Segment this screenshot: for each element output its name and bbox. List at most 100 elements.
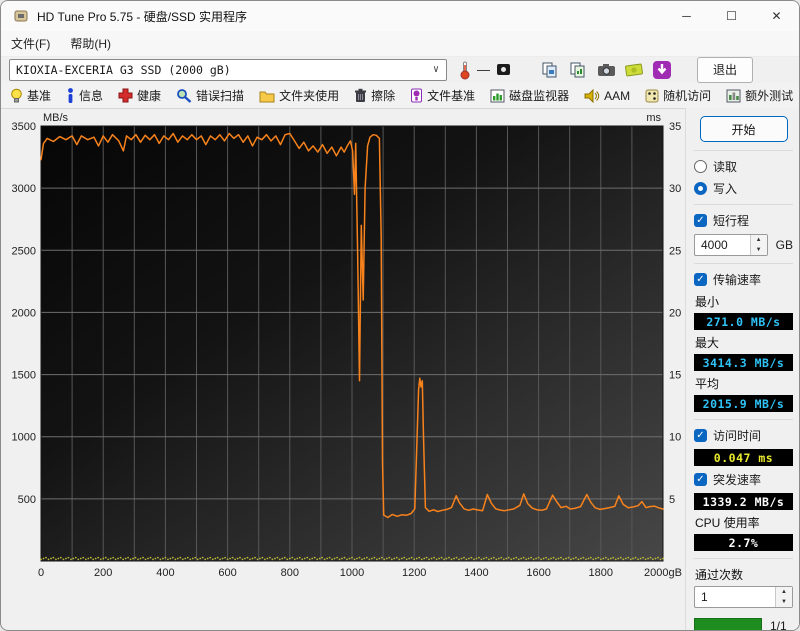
tab-label: 文件夹使用 — [279, 89, 340, 103]
magnifier-icon — [177, 89, 192, 103]
svg-text:10: 10 — [669, 432, 681, 444]
progress-bar — [694, 618, 762, 630]
svg-text:3500: 3500 — [12, 121, 36, 133]
svg-text:1000: 1000 — [340, 567, 364, 579]
transfer-rate-option[interactable]: ✓ 传输速率 — [694, 271, 793, 288]
maximize-button[interactable]: ☐ — [709, 1, 754, 31]
screenshot-button[interactable] — [593, 58, 619, 82]
avg-label: 平均 — [695, 377, 720, 391]
menu-help[interactable]: 帮助(H) — [60, 32, 121, 55]
tab-label: AAM — [604, 88, 631, 103]
tab-aam[interactable]: AAM — [578, 86, 636, 106]
svg-text:MB/s: MB/s — [43, 112, 69, 124]
menubar: 文件(F) 帮助(H) — [1, 31, 799, 57]
access-time-display: 0.047 ms — [694, 449, 793, 466]
info-icon — [68, 88, 73, 103]
health-cross-icon — [118, 88, 133, 103]
tab-random-access[interactable]: 随机访问 — [639, 84, 717, 107]
start-button[interactable]: 开始 — [699, 116, 788, 142]
read-mode-option[interactable]: 读取 — [694, 158, 793, 175]
stepper-up-icon[interactable]: ▲ — [750, 235, 767, 245]
short-stroke-label: 短行程 — [713, 214, 750, 228]
close-button[interactable]: ✕ — [754, 1, 799, 31]
temperature-value: — — [477, 62, 490, 77]
minimize-button[interactable]: ─ — [664, 1, 709, 31]
tabbar: 基准 信息 健康 错误扫描 文件夹使用 擦除 文件基准 磁盘监视器 AAM 随机… — [1, 83, 799, 109]
titlebar: HD Tune Pro 5.75 - 硬盘/SSD 实用程序 ─ ☐ ✕ — [1, 1, 799, 31]
file-benchmark-icon — [411, 88, 423, 103]
checkbox-transfer-rate[interactable]: ✓ — [694, 273, 707, 286]
thermometer-icon — [460, 61, 470, 79]
settings-panel: 开始 读取 写入 ✓ 短行程 4000 ▲ ▼ GB ✓ 传输速率 最小 271.… — [685, 108, 799, 631]
svg-text:20: 20 — [669, 307, 681, 319]
tab-label: 基准 — [27, 89, 52, 103]
short-stroke-option[interactable]: ✓ 短行程 — [694, 212, 793, 229]
camera-icon — [597, 63, 615, 76]
svg-text:25: 25 — [669, 245, 681, 257]
svg-text:1200: 1200 — [402, 567, 426, 579]
min-value-display: 271.0 MB/s — [694, 313, 793, 330]
checkbox-burst-rate[interactable]: ✓ — [694, 473, 707, 486]
tab-benchmark[interactable]: 基准 — [4, 84, 57, 107]
svg-text:15: 15 — [669, 370, 681, 382]
tab-health[interactable]: 健康 — [112, 84, 167, 107]
transfer-rate-label: 传输速率 — [713, 273, 762, 287]
menu-file[interactable]: 文件(F) — [1, 32, 60, 55]
write-mode-option[interactable]: 写入 — [694, 180, 793, 197]
svg-text:400: 400 — [156, 567, 174, 579]
checkbox-access-time[interactable]: ✓ — [694, 429, 707, 442]
write-label: 写入 — [713, 182, 738, 196]
pass-count-value: 1 — [701, 590, 708, 604]
burst-rate-option[interactable]: ✓ 突发速率 — [694, 471, 793, 488]
svg-text:3000: 3000 — [12, 183, 36, 195]
svg-text:35: 35 — [669, 121, 681, 133]
tab-info[interactable]: 信息 — [60, 84, 109, 107]
tab-label: 信息 — [79, 89, 104, 103]
tab-folder-usage[interactable]: 文件夹使用 — [253, 84, 345, 107]
svg-text:1500: 1500 — [12, 370, 36, 382]
exit-button[interactable]: 退出 — [697, 56, 754, 83]
device-selected-value: KIOXIA-EXCERIA G3 SSD (2000 gB) — [16, 62, 231, 77]
access-time-option[interactable]: ✓ 访问时间 — [694, 427, 793, 444]
svg-text:200: 200 — [94, 567, 112, 579]
tab-extra-tests[interactable]: 额外测试 — [720, 84, 799, 107]
update-download-icon — [653, 60, 671, 79]
capacity-stepper[interactable]: 4000 ▲ ▼ — [694, 234, 768, 256]
tab-disk-monitor[interactable]: 磁盘监视器 — [484, 84, 575, 107]
stepper-up-icon[interactable]: ▲ — [776, 587, 792, 597]
disk-monitor-icon — [490, 89, 505, 102]
tab-error-scan[interactable]: 错误扫描 — [170, 84, 250, 107]
svg-text:2000: 2000 — [12, 307, 36, 319]
pass-count-stepper[interactable]: 1 ▲ ▼ — [694, 586, 793, 608]
radio-read[interactable] — [694, 160, 707, 173]
min-label: 最小 — [695, 295, 720, 309]
copy-image-button[interactable] — [537, 58, 563, 82]
speaker-icon — [584, 88, 600, 103]
temperature-indicator: — — [459, 60, 511, 80]
svg-text:2500: 2500 — [12, 245, 36, 257]
stepper-down-icon[interactable]: ▼ — [750, 245, 767, 255]
device-select[interactable]: KIOXIA-EXCERIA G3 SSD (2000 gB) ∨ — [9, 58, 447, 81]
copy-image-icon — [542, 62, 557, 77]
progress-label: 1/1 — [770, 618, 787, 631]
burst-rate-label: 突发速率 — [713, 473, 762, 487]
toolbar: KIOXIA-EXCERIA G3 SSD (2000 gB) ∨ — 退出 — [1, 56, 799, 83]
update-button[interactable] — [649, 58, 675, 82]
pass-count-label: 通过次数 — [695, 568, 744, 582]
tab-label: 健康 — [137, 89, 162, 103]
tab-label: 额外测试 — [745, 89, 794, 103]
tab-file-benchmark[interactable]: 文件基准 — [404, 84, 481, 107]
money-icon — [624, 63, 643, 76]
tab-erase[interactable]: 擦除 — [348, 84, 401, 107]
radio-write[interactable] — [694, 182, 707, 195]
svg-text:600: 600 — [218, 567, 236, 579]
checkbox-short-stroke[interactable]: ✓ — [694, 214, 707, 227]
stepper-down-icon[interactable]: ▼ — [776, 597, 792, 607]
donate-button[interactable] — [621, 58, 647, 82]
capacity-unit: GB — [775, 238, 793, 252]
tab-label: 磁盘监视器 — [509, 89, 570, 103]
tab-label: 随机访问 — [663, 89, 712, 103]
svg-text:500: 500 — [18, 494, 36, 506]
copy-report-button[interactable] — [565, 58, 591, 82]
app-window: HD Tune Pro 5.75 - 硬盘/SSD 实用程序 ─ ☐ ✕ 文件(… — [0, 0, 800, 631]
